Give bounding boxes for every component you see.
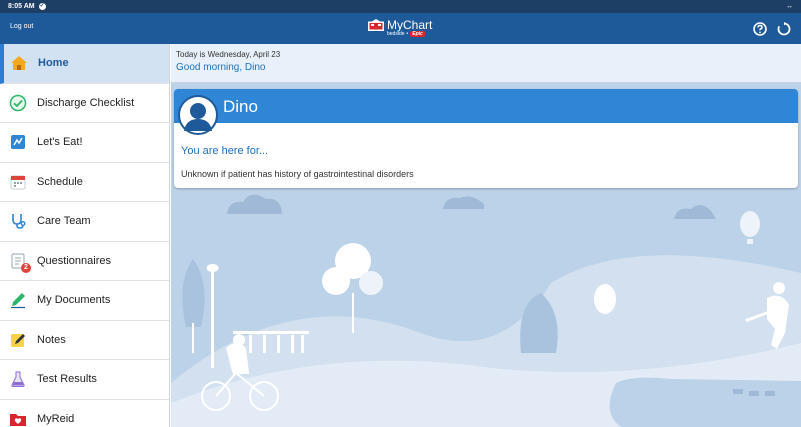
visit-reason: Unknown if patient has history of gastro… — [181, 169, 414, 179]
clipboard-icon: 2 — [9, 252, 31, 273]
sidebar-item-label: MyReid — [37, 412, 75, 425]
help-circle-icon[interactable] — [752, 21, 767, 36]
app-bar: Log out MyChart bedside • Epic — [0, 13, 801, 44]
sidebar-item-label: Schedule — [37, 175, 83, 188]
patient-card-header: Dino — [174, 89, 798, 135]
status-time: 8:05 AM — [8, 3, 35, 10]
sidebar-item-care-team[interactable]: Care Team — [0, 202, 169, 242]
brand-epic: Epic — [410, 31, 425, 37]
sidebar-item-label: Let's Eat! — [37, 136, 83, 149]
sidebar: Home Discharge Checklist Let's Eat! Sche… — [0, 44, 170, 427]
person-icon — [184, 103, 212, 131]
questionnaire-badge: 2 — [21, 262, 31, 273]
here-for-title: You are here for... — [181, 145, 269, 157]
sidebar-item-test-results[interactable]: Test Results — [0, 360, 169, 400]
sidebar-item-label: Home — [38, 57, 69, 70]
pen-icon — [9, 291, 27, 309]
main-content: Today is Wednesday, April 23 Good mornin… — [171, 44, 801, 427]
sidebar-item-my-documents[interactable]: My Documents — [0, 281, 169, 321]
sidebar-item-label: My Documents — [37, 294, 111, 307]
sidebar-item-schedule[interactable]: Schedule — [0, 163, 169, 202]
sidebar-item-label: Questionnaires — [37, 254, 111, 267]
note-pencil-icon — [9, 331, 27, 349]
meal-icon — [9, 133, 27, 151]
hospital-logo-icon — [368, 19, 384, 31]
sidebar-item-questionnaires[interactable]: 2 Questionnaires — [0, 242, 169, 281]
checkmark-circle-icon — [9, 94, 27, 112]
logout-button[interactable]: Log out — [10, 23, 33, 30]
brand-title: MyChart — [387, 18, 433, 32]
refresh-icon[interactable] — [776, 21, 791, 36]
calendar-icon — [9, 173, 27, 191]
sidebar-item-label: Discharge Checklist — [37, 96, 135, 109]
patient-name: Dino — [223, 97, 258, 116]
sidebar-item-label: Notes — [37, 333, 66, 346]
home-icon — [10, 54, 28, 72]
stethoscope-icon — [9, 212, 27, 230]
sidebar-item-label: Care Team — [37, 215, 91, 228]
flask-icon — [9, 370, 27, 388]
folder-heart-icon — [9, 410, 27, 427]
sidebar-item-lets-eat[interactable]: Let's Eat! — [0, 123, 169, 163]
mychart-logo: MyChart bedside • Epic — [368, 19, 432, 37]
status-check-icon: ✓ — [38, 3, 46, 10]
status-bar: 8:05 AM ✓ ↔ — [0, 0, 801, 13]
status-signal-icon: ↔ — [786, 3, 793, 10]
sidebar-item-discharge-checklist[interactable]: Discharge Checklist — [0, 84, 169, 123]
brand-sub-left: bedside — [387, 31, 405, 37]
sidebar-item-myreid[interactable]: MyReid — [0, 400, 169, 427]
sidebar-item-home[interactable]: Home — [0, 44, 169, 84]
avatar — [178, 95, 218, 135]
greeting-banner: Today is Wednesday, April 23 Good mornin… — [171, 44, 801, 83]
greeting-message: Good morning, Dino — [176, 62, 266, 73]
greeting-date: Today is Wednesday, April 23 — [176, 50, 281, 59]
patient-card: Dino You are here for... Unknown if pati… — [174, 89, 798, 188]
sidebar-item-label: Test Results — [37, 373, 97, 386]
sidebar-item-notes[interactable]: Notes — [0, 321, 169, 360]
